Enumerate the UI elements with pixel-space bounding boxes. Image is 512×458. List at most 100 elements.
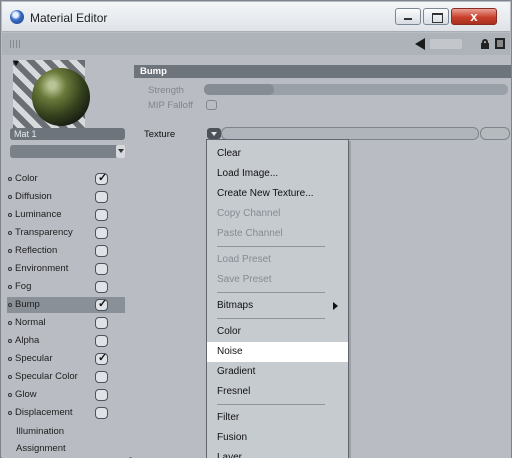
- channel-item-glow[interactable]: Glow: [7, 387, 125, 403]
- channel-item-color[interactable]: Color: [7, 171, 125, 187]
- channel-label: Glow: [15, 389, 37, 400]
- channel-dot-icon: [8, 339, 12, 343]
- material-select[interactable]: [10, 145, 121, 158]
- channel-label: Transparency: [15, 227, 73, 238]
- channel-checkbox[interactable]: [95, 245, 108, 257]
- menu-item-label: Clear: [217, 148, 241, 159]
- menu-separator: [217, 292, 325, 293]
- channel-item-environment[interactable]: Environment: [7, 261, 125, 277]
- channel-checkbox[interactable]: [95, 371, 108, 383]
- grip-icon[interactable]: [10, 40, 20, 48]
- channel-item-assignment[interactable]: Assignment: [16, 443, 66, 454]
- texture-browse-button[interactable]: [480, 127, 510, 140]
- menu-item-label: Gradient: [217, 366, 256, 377]
- channel-item-specular-color[interactable]: Specular Color: [7, 369, 125, 385]
- channel-label: Normal: [15, 317, 46, 328]
- history-nav[interactable]: [430, 39, 462, 49]
- channel-item-normal[interactable]: Normal: [7, 315, 125, 331]
- channel-checkbox[interactable]: [95, 191, 108, 203]
- channel-label: Environment: [15, 263, 69, 274]
- channel-dot-icon: [8, 177, 12, 181]
- menu-item-filter[interactable]: Filter: [207, 408, 348, 428]
- back-arrow-icon[interactable]: [415, 38, 425, 50]
- channel-checkbox[interactable]: [95, 389, 108, 401]
- channel-dot-icon: [8, 375, 12, 379]
- menu-item-noise[interactable]: Noise: [207, 342, 348, 362]
- menu-item-label: Load Preset: [217, 254, 271, 265]
- channel-label: Luminance: [15, 209, 62, 220]
- strength-slider[interactable]: [204, 84, 508, 95]
- menu-item-label: Save Preset: [217, 274, 272, 285]
- channel-checkbox[interactable]: [95, 227, 108, 239]
- channel-item-diffusion[interactable]: Diffusion: [7, 189, 125, 205]
- menu-item-paste-channel: Paste Channel: [207, 224, 348, 244]
- chevron-down-icon[interactable]: [116, 145, 125, 158]
- menu-item-clear[interactable]: Clear: [207, 144, 348, 164]
- preview-sphere: [32, 68, 90, 126]
- mip-falloff-checkbox[interactable]: [206, 100, 217, 110]
- material-preview[interactable]: [13, 60, 90, 132]
- channel-item-fog[interactable]: Fog: [7, 279, 125, 295]
- menu-item-fresnel[interactable]: Fresnel: [207, 382, 348, 402]
- menu-item-label: Layer: [217, 452, 243, 458]
- menu-item-copy-channel: Copy Channel: [207, 204, 348, 224]
- channel-checkbox[interactable]: [95, 209, 108, 221]
- menu-item-bitmaps[interactable]: Bitmaps: [207, 296, 348, 316]
- channel-item-specular[interactable]: Specular: [7, 351, 125, 367]
- strength-label: Strength: [148, 85, 184, 96]
- channel-checkbox[interactable]: [95, 351, 108, 365]
- texture-menu-button[interactable]: [207, 128, 221, 139]
- channel-checkbox[interactable]: [95, 171, 108, 185]
- title-bar[interactable]: Material Editor x: [2, 2, 510, 32]
- channel-checkbox[interactable]: [95, 281, 108, 293]
- channel-item-transparency[interactable]: Transparency: [7, 225, 125, 241]
- menu-item-load-image[interactable]: Load Image...: [207, 164, 348, 184]
- material-editor-window: Material Editor x Mat 1 Color Diffusion Lu…: [0, 0, 512, 458]
- channel-dot-icon: [8, 357, 12, 361]
- channel-label: Alpha: [15, 335, 40, 346]
- channel-item-reflection[interactable]: Reflection: [7, 243, 125, 259]
- texture-context-menu: Clear Load Image... Create New Texture... C…: [206, 139, 349, 458]
- channel-dot-icon: [8, 303, 12, 307]
- maximize-button[interactable]: [423, 8, 449, 25]
- channel-dot-icon: [8, 411, 12, 415]
- channel-dot-icon: [8, 285, 12, 289]
- channel-checkbox[interactable]: [95, 297, 108, 311]
- menu-item-color[interactable]: Color: [207, 322, 348, 342]
- menu-item-layer[interactable]: Layer: [207, 448, 348, 458]
- section-header: Bump: [134, 65, 511, 78]
- minimize-button[interactable]: [395, 8, 421, 25]
- channel-item-bump[interactable]: Bump: [7, 297, 125, 313]
- menu-item-fusion[interactable]: Fusion: [207, 428, 348, 448]
- menu-item-label: Create New Texture...: [217, 188, 314, 199]
- channel-label: Bump: [15, 299, 40, 310]
- channel-checkbox[interactable]: [95, 263, 108, 275]
- close-button[interactable]: x: [451, 8, 497, 25]
- collapse-arrow-icon[interactable]: [13, 61, 19, 66]
- menu-item-gradient[interactable]: Gradient: [207, 362, 348, 382]
- channel-dot-icon: [8, 267, 12, 271]
- lock-icon[interactable]: [481, 39, 489, 49]
- channel-dot-icon: [8, 195, 12, 199]
- material-name-field[interactable]: Mat 1: [10, 128, 125, 140]
- expand-icon[interactable]: [495, 38, 505, 49]
- submenu-arrow-icon: [333, 302, 338, 310]
- texture-label: Texture: [144, 129, 176, 140]
- channel-item-alpha[interactable]: Alpha: [7, 333, 125, 349]
- channel-item-luminance[interactable]: Luminance: [7, 207, 125, 223]
- channel-label: Reflection: [15, 245, 58, 256]
- channel-checkbox[interactable]: [95, 407, 108, 419]
- menu-item-load-preset: Load Preset: [207, 250, 348, 270]
- channel-checkbox[interactable]: [95, 335, 108, 347]
- channel-item-illumination[interactable]: Illumination: [16, 426, 64, 437]
- channel-item-displacement[interactable]: Displacement: [7, 405, 125, 421]
- menu-item-label: Fusion: [217, 432, 248, 443]
- channel-checkbox[interactable]: [95, 317, 108, 329]
- menu-item-create-new-texture[interactable]: Create New Texture...: [207, 184, 348, 204]
- menu-item-label: Noise: [217, 346, 243, 357]
- menu-item-label: Fresnel: [217, 386, 251, 397]
- menu-item-label: Paste Channel: [217, 228, 283, 239]
- menu-item-label: Color: [217, 326, 241, 337]
- app-icon: [10, 10, 24, 24]
- mip-falloff-label: MIP Falloff: [148, 100, 194, 111]
